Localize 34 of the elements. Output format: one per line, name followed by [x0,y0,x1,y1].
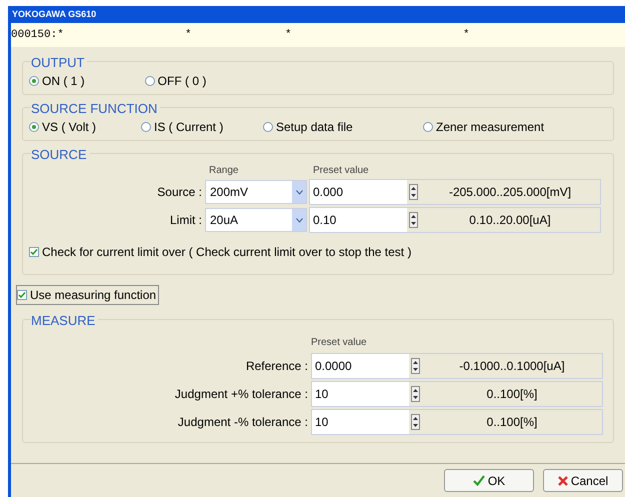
column-header: Preset value [311,336,367,350]
checkbox[interactable] [29,247,39,257]
radio-option[interactable]: IS ( Current ) [141,118,263,136]
radio-button[interactable] [144,76,155,86]
radio-option[interactable]: ON ( 1 ) [29,72,85,90]
radio-button[interactable] [29,76,39,86]
field-label: Limit : [168,212,203,229]
radio-button[interactable] [141,122,151,132]
field-label: Reference : [244,358,309,375]
checkbox-option[interactable]: Use measuring function [16,285,160,305]
range-dropdown[interactable]: 200mV [205,180,307,204]
field-label: Judgment +% tolerance : [174,386,309,403]
radio-option[interactable]: Setup data file [263,118,423,136]
checkbox[interactable] [17,290,27,300]
field-label: Source : [156,184,203,201]
status-text: * [185,28,192,43]
status-text: 000150:* [11,28,64,43]
status-text: * [463,28,470,43]
column-header: Preset value [313,164,369,178]
radio-button[interactable] [423,122,433,132]
column-header: Range [209,164,240,178]
range-dropdown[interactable]: 20uA [205,208,307,232]
radio-button[interactable] [29,122,39,132]
check-icon [472,475,485,486]
status-text: * [285,28,292,43]
cancel-button[interactable]: Cancel [543,469,623,492]
radio-option[interactable]: VS ( Volt ) [29,118,141,136]
radio-option[interactable]: OFF ( 0 ) [144,72,206,90]
checkbox-option[interactable]: Check for current limit over ( Check current limit over to stop the test ) [29,243,412,261]
ok-button[interactable]: OK [444,469,534,492]
close-icon [558,476,568,486]
radio-button[interactable] [263,122,273,132]
radio-option[interactable]: Zener measurement [423,118,544,136]
field-label: Judgment -% tolerance : [176,414,309,431]
